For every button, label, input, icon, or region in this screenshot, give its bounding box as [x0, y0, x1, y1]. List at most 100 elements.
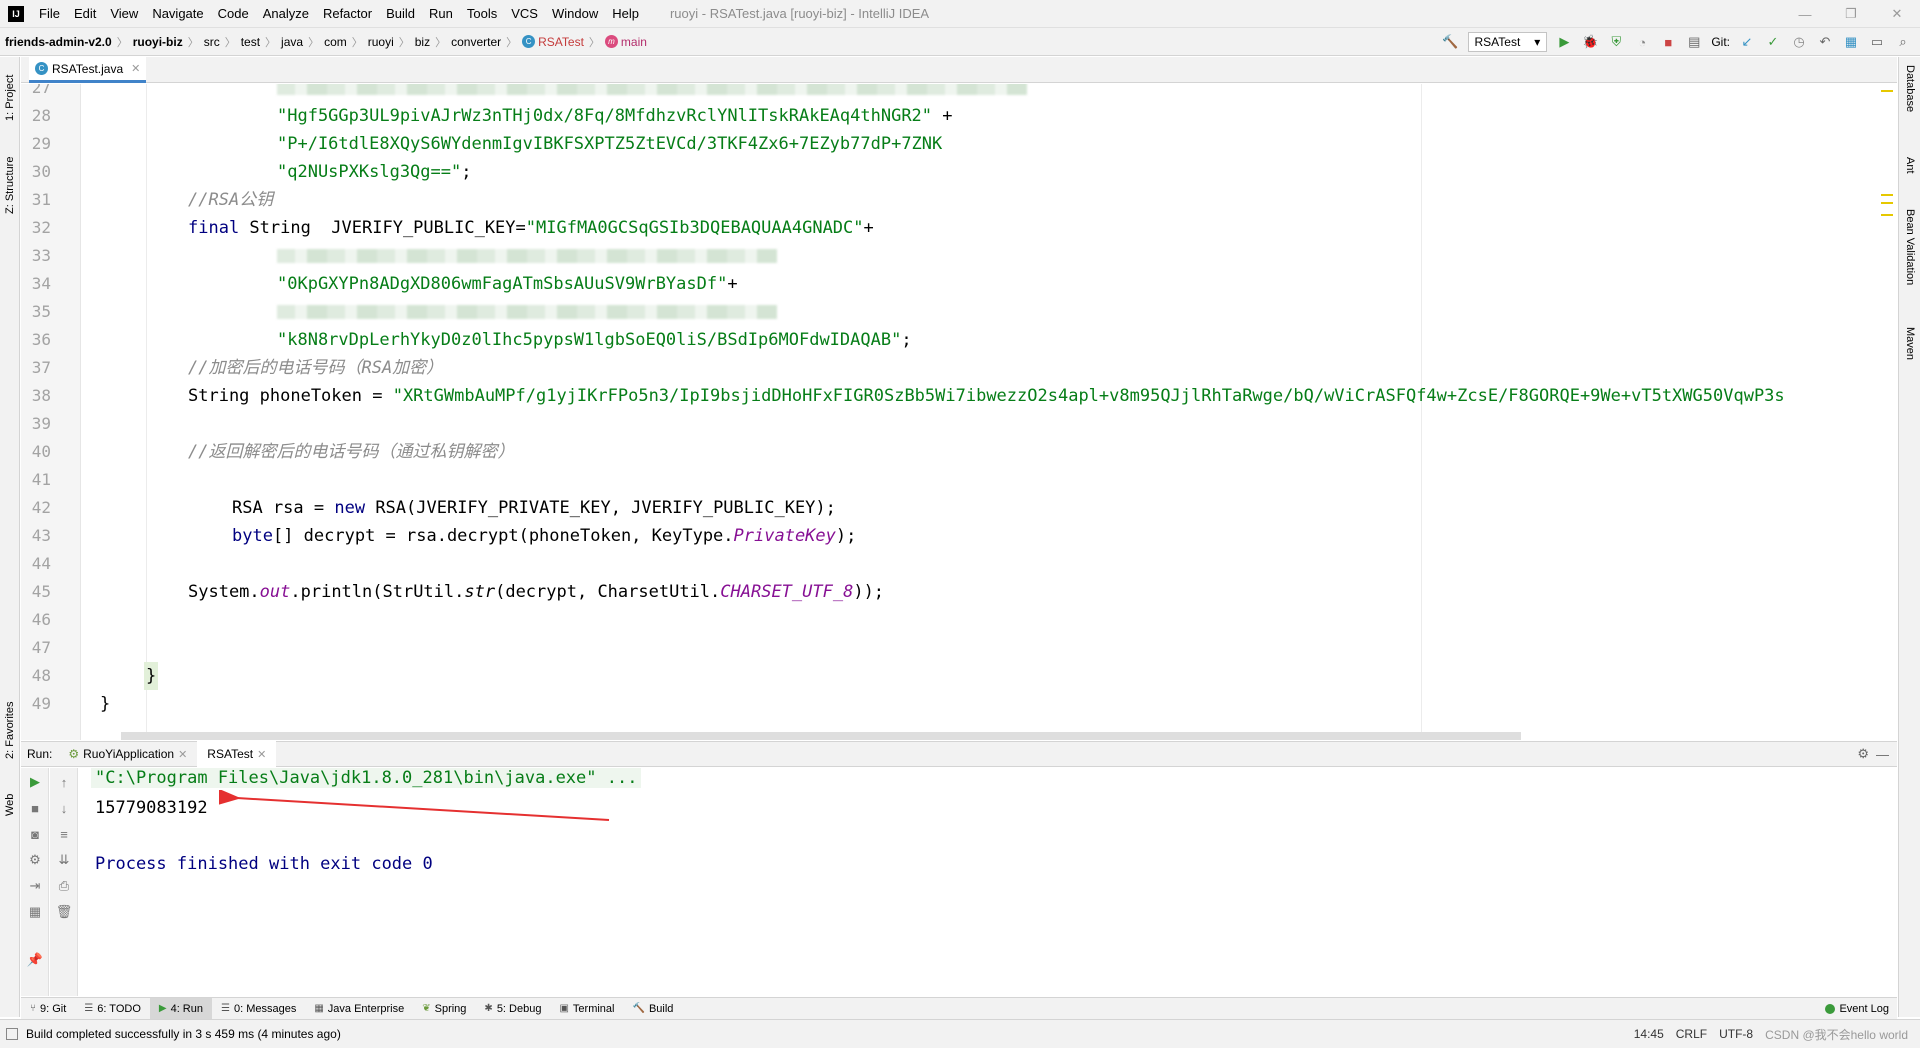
settings-icon[interactable]: ⚙: [27, 852, 43, 868]
close-tab-icon[interactable]: ✕: [257, 748, 266, 761]
toggle-tool-windows-icon[interactable]: [6, 1028, 18, 1040]
console-output[interactable]: "C:\Program Files\Java\jdk1.8.0_281\bin\…: [79, 768, 1897, 996]
breadcrumb-src[interactable]: src: [199, 35, 225, 49]
warning-marker[interactable]: [1881, 202, 1893, 204]
stop-icon[interactable]: ■: [1659, 33, 1677, 51]
tool-tab-git[interactable]: ⑂ 9: Git: [21, 998, 75, 1020]
run-tab-ruoyiapplication[interactable]: ⚙ RuoYiApplication ✕: [58, 741, 197, 767]
menu-build[interactable]: Build: [379, 6, 422, 21]
close-icon[interactable]: ✕: [1874, 0, 1920, 28]
login-icon[interactable]: ⇥: [27, 878, 43, 894]
tool-window-bean-validation[interactable]: Bean Validation: [1901, 209, 1919, 319]
run-icon[interactable]: ▶: [1555, 33, 1573, 51]
arrow-up-icon[interactable]: ↑: [56, 774, 72, 790]
print-icon[interactable]: ⎙: [56, 878, 72, 894]
event-log-button[interactable]: Event Log: [1825, 1003, 1889, 1015]
tool-window-web[interactable]: Web: [0, 785, 20, 825]
build-hammer-icon[interactable]: 🔨: [1442, 33, 1460, 51]
soft-wrap-icon[interactable]: ≡: [56, 826, 72, 842]
rerun-icon[interactable]: ▶: [27, 774, 43, 790]
gear-icon[interactable]: ⚙: [1857, 746, 1869, 762]
tool-window-structure[interactable]: Z: Structure: [0, 143, 20, 227]
tool-window-database[interactable]: Database: [1901, 65, 1919, 145]
tool-tab-debug[interactable]: ✱ 5: Debug: [475, 998, 550, 1020]
minimize-icon[interactable]: —: [1782, 0, 1828, 28]
console-exit-line: Process finished with exit code 0: [95, 854, 433, 874]
restore-icon[interactable]: ❐: [1828, 0, 1874, 28]
search-icon[interactable]: ⌕: [1894, 33, 1912, 51]
tool-tab-messages[interactable]: ☰ 0: Messages: [212, 998, 305, 1020]
stop-icon[interactable]: ■: [27, 800, 43, 816]
tool-window-maven[interactable]: Maven: [1901, 327, 1919, 387]
breadcrumb-com[interactable]: com: [319, 35, 352, 49]
code-editor[interactable]: 27 28 29 30 31 32 33 34 35 36 37 38 39 4…: [21, 84, 1897, 740]
tool-window-favorites[interactable]: 2: Favorites: [0, 687, 20, 773]
line-number: 32: [31, 218, 51, 237]
project-structure-icon[interactable]: ▤: [1685, 33, 1703, 51]
camera-icon[interactable]: ◙: [27, 826, 43, 842]
tool-tab-java-enterprise[interactable]: ▦ Java Enterprise: [305, 998, 413, 1020]
layout-icon[interactable]: ▦: [27, 904, 43, 920]
tool-tab-build[interactable]: 🔨 Build: [624, 998, 683, 1020]
tool-tab-spring[interactable]: ❦ Spring: [413, 998, 475, 1020]
menu-window[interactable]: Window: [545, 6, 605, 21]
close-tab-icon[interactable]: ✕: [178, 748, 187, 761]
breadcrumb-module[interactable]: ruoyi-biz: [128, 35, 188, 49]
line-separator[interactable]: CRLF: [1676, 1027, 1707, 1041]
arrow-down-icon[interactable]: ↓: [56, 800, 72, 816]
menu-navigate[interactable]: Navigate: [145, 6, 210, 21]
warning-marker[interactable]: [1881, 90, 1893, 92]
profile-icon[interactable]: ◔: [1633, 33, 1651, 51]
breadcrumb-converter[interactable]: converter: [446, 35, 506, 49]
menu-view[interactable]: View: [103, 6, 145, 21]
file-encoding[interactable]: UTF-8: [1719, 1027, 1753, 1041]
menu-file[interactable]: File: [32, 6, 67, 21]
tool-window-ant[interactable]: Ant: [1901, 157, 1919, 197]
minimize-panel-icon[interactable]: —: [1876, 747, 1889, 762]
pin-icon[interactable]: 📌: [27, 952, 43, 968]
menu-edit[interactable]: Edit: [67, 6, 103, 21]
debug-icon[interactable]: 🐞: [1581, 33, 1599, 51]
git-rollback-icon[interactable]: ↶: [1816, 33, 1834, 51]
run-config-select[interactable]: RSATest ▾: [1467, 32, 1548, 52]
warning-marker[interactable]: [1881, 194, 1893, 196]
layout-icon[interactable]: ▭: [1868, 33, 1886, 51]
breadcrumb-biz[interactable]: biz: [410, 35, 435, 49]
warning-marker[interactable]: [1881, 214, 1893, 216]
tool-tab-spring-label: Spring: [434, 1002, 467, 1015]
tool-tab-terminal[interactable]: ▣ Terminal: [550, 998, 623, 1020]
menu-refactor[interactable]: Refactor: [316, 6, 379, 21]
breadcrumb-project[interactable]: friends-admin-v2.0: [0, 35, 117, 49]
breadcrumb-method[interactable]: m main: [600, 35, 652, 49]
git-history-icon[interactable]: ◷: [1790, 33, 1808, 51]
menu-tools[interactable]: Tools: [460, 6, 504, 21]
caret-position[interactable]: 14:45: [1634, 1027, 1664, 1041]
git-icon: ⑂: [30, 1003, 36, 1014]
menu-code[interactable]: Code: [211, 6, 256, 21]
breadcrumb-ruoyi[interactable]: ruoyi: [363, 35, 399, 49]
scroll-to-end-icon[interactable]: ⇊: [56, 852, 72, 868]
tool-tab-todo[interactable]: ☰ 6: TODO: [75, 998, 150, 1020]
menu-bar: IJ File Edit View Navigate Code Analyze …: [0, 0, 1920, 28]
breadcrumb-java[interactable]: java: [276, 35, 308, 49]
menu-run[interactable]: Run: [422, 6, 460, 21]
editor-tab-rsatest[interactable]: C RSATest.java ✕: [29, 57, 147, 83]
breadcrumb-test[interactable]: test: [236, 35, 265, 49]
coverage-icon[interactable]: ⛨: [1607, 33, 1625, 51]
git-update-icon[interactable]: ↙: [1738, 33, 1756, 51]
run-tab-rsatest[interactable]: RSATest ✕: [197, 741, 277, 767]
tool-tab-run[interactable]: ▶ 4: Run: [149, 997, 212, 1020]
menu-analyze[interactable]: Analyze: [256, 6, 316, 21]
horizontal-scrollbar[interactable]: [121, 732, 1521, 740]
intellij-logo-icon: IJ: [8, 5, 24, 22]
tool-window-project[interactable]: 1: Project: [0, 61, 20, 135]
code-line-36: "k8N8rvDpLerhYkyD0z0lIhc5pypsW1lgbSoEQ0l…: [277, 326, 912, 354]
close-tab-icon[interactable]: ✕: [131, 62, 140, 75]
breadcrumb-separator: 〉: [506, 36, 518, 49]
menu-help[interactable]: Help: [605, 6, 646, 21]
project-settings-icon[interactable]: ▦: [1842, 33, 1860, 51]
trash-icon[interactable]: 🗑: [56, 904, 73, 920]
breadcrumb-class[interactable]: C RSATest: [517, 35, 589, 49]
git-commit-icon[interactable]: ✓: [1764, 33, 1782, 51]
menu-vcs[interactable]: VCS: [504, 6, 545, 21]
